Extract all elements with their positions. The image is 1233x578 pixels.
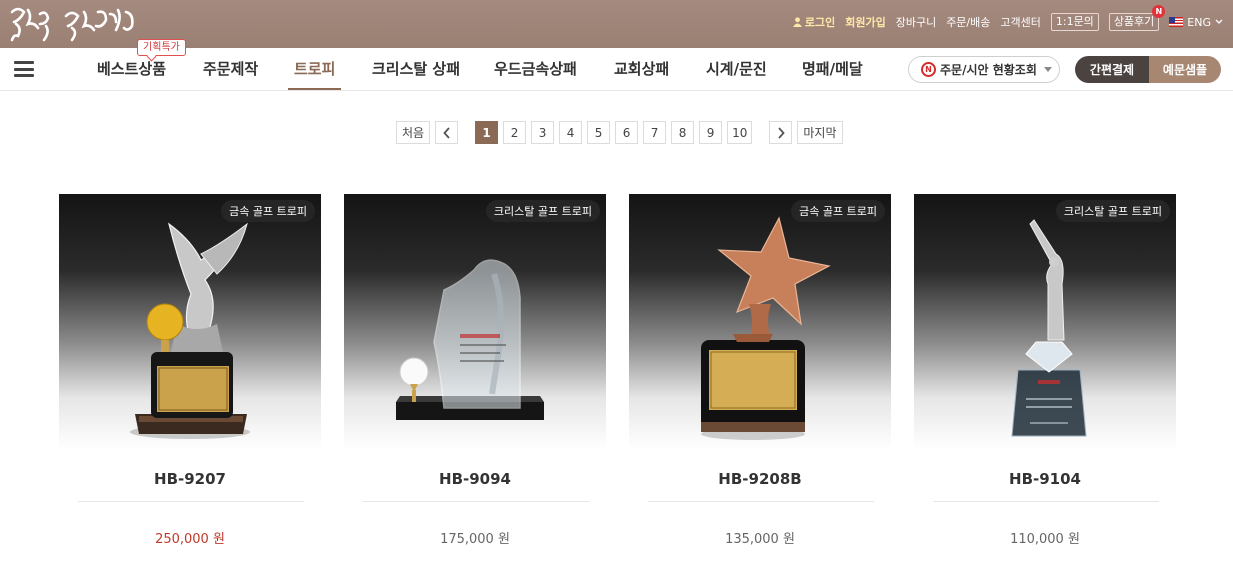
quick-pay-button[interactable]: 간편결제 — [1075, 56, 1149, 83]
product-image[interactable]: 금속 골프 트로피 — [629, 194, 891, 449]
prev-page-button[interactable] — [435, 121, 459, 144]
product-image[interactable]: 크리스탈 골프 트로피 — [914, 194, 1176, 449]
new-badge: N — [1152, 5, 1166, 18]
reviews-button[interactable]: 상품후기 N — [1108, 5, 1166, 31]
crystal-trophy-image — [396, 259, 544, 420]
page-10-button[interactable]: 10 — [727, 121, 753, 144]
divider — [78, 501, 304, 502]
eagle-trophy-image — [130, 222, 250, 439]
utility-nav: 로그인 회원가입 장바구니 주문/배송 고객센터 1:1문의 상품후기 N EN… — [792, 5, 1223, 33]
category-badge: 크리스탈 골프 트로피 — [1055, 200, 1170, 222]
site-logo[interactable] — [6, 2, 142, 46]
divider — [933, 501, 1159, 502]
star-trophy-image — [701, 216, 831, 440]
chevron-left-icon — [442, 126, 450, 139]
product-image[interactable]: 금속 골프 트로피 — [59, 194, 321, 449]
product-price: 250,000 원 — [155, 532, 225, 547]
page-4-button[interactable]: 4 — [559, 121, 583, 144]
inquiry-button[interactable]: 1:1문의 — [1050, 13, 1099, 31]
page-9-button[interactable]: 9 — [699, 121, 723, 144]
page-6-button[interactable]: 6 — [615, 121, 639, 144]
page-8-button[interactable]: 8 — [671, 121, 695, 144]
divider — [363, 501, 589, 502]
product-code[interactable]: HB-9207 — [59, 470, 321, 488]
cart-link[interactable]: 장바구니 — [896, 14, 936, 30]
product-price: 175,000 원 — [440, 532, 510, 547]
product-card[interactable]: 금속 골프 트로피 HB-9207 250,000 원 — [59, 194, 321, 574]
sample-text-button[interactable]: 예문샘플 — [1149, 56, 1221, 83]
reviews-label: 상품후기 — [1113, 15, 1155, 28]
order-delivery-link[interactable]: 주문/배송 — [946, 14, 990, 30]
nav-nameplate-medal[interactable]: 명패/메달 — [802, 48, 863, 90]
nav-best-products[interactable]: 베스트상품 — [97, 48, 166, 90]
language-label: ENG — [1187, 15, 1211, 29]
last-page-button[interactable]: 마지막 — [797, 121, 843, 144]
divider — [648, 501, 874, 502]
next-page-button[interactable] — [769, 121, 793, 144]
first-page-button[interactable]: 처음 — [396, 121, 431, 144]
login-label: 로그인 — [804, 16, 836, 29]
us-flag-icon — [1169, 17, 1184, 27]
order-status-label: 주문/시안 현황조회 — [940, 63, 1037, 77]
nav-crystal-plaque[interactable]: 크리스탈 상패 — [372, 48, 460, 90]
page-5-button[interactable]: 5 — [587, 121, 611, 144]
product-price: 135,000 원 — [725, 532, 795, 547]
product-image[interactable]: 크리스탈 골프 트로피 — [344, 194, 606, 449]
login-link[interactable]: 로그인 — [792, 14, 836, 30]
diamond-golfer-trophy-image — [1011, 219, 1087, 437]
category-badge: 크리스탈 골프 트로피 — [485, 200, 600, 222]
user-icon — [792, 17, 802, 27]
product-code[interactable]: HB-9208B — [629, 470, 891, 488]
product-price: 110,000 원 — [1010, 532, 1080, 547]
customer-center-link[interactable]: 고객센터 — [1000, 14, 1040, 30]
join-link[interactable]: 회원가입 — [845, 14, 885, 30]
page-3-button[interactable]: 3 — [531, 121, 555, 144]
product-card[interactable]: 크리스탈 골프 트로피 HB-9104 110,000 원 — [914, 194, 1176, 574]
page-2-button[interactable]: 2 — [503, 121, 527, 144]
chevron-down-icon — [1215, 19, 1223, 24]
chevron-right-icon — [778, 126, 785, 139]
product-code[interactable]: HB-9094 — [344, 470, 606, 488]
pagination: 처음 1 2 3 4 5 6 7 8 9 10 마지막 — [396, 121, 843, 144]
nav-custom-order[interactable]: 주문제작 — [203, 48, 258, 90]
nav-church-plaque[interactable]: 교회상패 — [614, 48, 669, 90]
caret-down-icon — [1043, 67, 1052, 72]
product-card[interactable]: 크리스탈 골프 트로피 HB-9094 175,000 원 — [344, 194, 606, 574]
category-badge: 금속 골프 트로피 — [221, 200, 315, 222]
category-badge: 금속 골프 트로피 — [791, 200, 885, 222]
product-card[interactable]: 금속 골프 트로피 HB-9208B 135,000 원 — [629, 194, 891, 574]
hamburger-menu-icon[interactable] — [14, 61, 34, 77]
order-status-dropdown[interactable]: N 주문/시안 현황조회 — [908, 56, 1060, 83]
product-code[interactable]: HB-9104 — [914, 470, 1176, 488]
quick-action-group: 간편결제 예문샘플 — [1075, 56, 1221, 83]
page-1-button[interactable]: 1 — [475, 121, 499, 144]
logo-calligraphy — [10, 7, 134, 42]
page-7-button[interactable]: 7 — [643, 121, 667, 144]
nav-trophy[interactable]: 트로피 — [287, 48, 342, 90]
nav-clock-paperweight[interactable]: 시계/문진 — [706, 48, 767, 90]
nav-wood-metal-plaque[interactable]: 우드금속상패 — [494, 48, 577, 90]
language-selector[interactable]: ENG — [1169, 16, 1223, 29]
n-circle-icon: N — [921, 62, 936, 77]
main-nav: 기획특가 베스트상품 주문제작 트로피 크리스탈 상패 우드금속상패 교회상패 … — [0, 39, 1233, 91]
